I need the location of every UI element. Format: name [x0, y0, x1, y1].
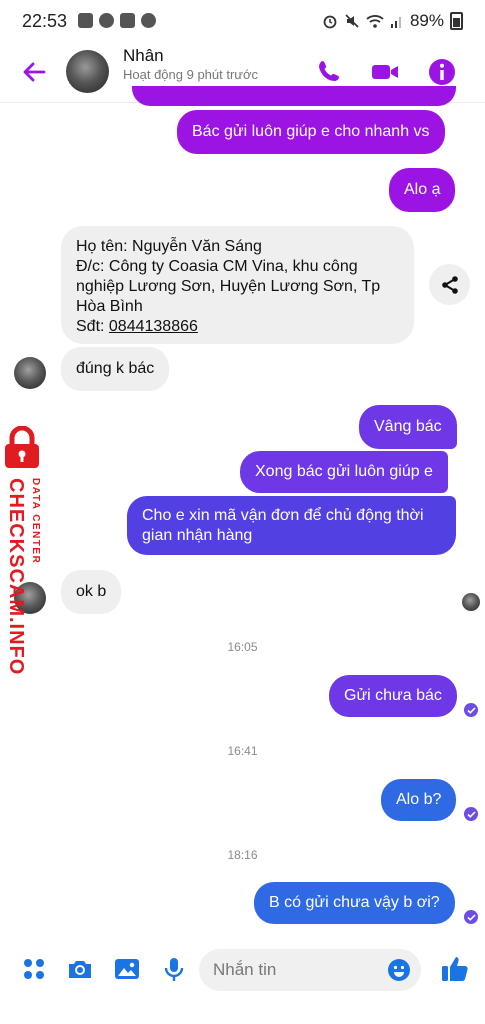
message-text: Họ tên: Nguyễn Văn Sáng: [76, 238, 262, 255]
battery-icon: [450, 12, 463, 30]
phone-label: Sđt:: [76, 318, 109, 335]
message-text: Đ/c: Công ty Coasia CM Vina, khu công: [76, 258, 358, 275]
message-text: Alo ạ: [404, 181, 441, 198]
video-call-icon[interactable]: [371, 58, 399, 86]
message-text: nghiệp Lương Sơn, Huyện Lương Sơn, Tp: [76, 278, 381, 295]
notification-icons: [78, 13, 156, 28]
watermark-subtitle: DATA CENTER: [30, 478, 41, 565]
watermark-brand: CHECKSCAM.INFO: [5, 478, 27, 676]
facebook-notification-icon: [99, 13, 114, 28]
contact-name[interactable]: Nhân: [123, 46, 164, 66]
message-text: B có gửi chưa vậy b ơi?: [269, 894, 440, 911]
battery-percent: 89%: [409, 11, 444, 30]
message-text: ok b: [76, 583, 107, 600]
like-thumbs-up-icon[interactable]: [439, 953, 471, 985]
gallery-notification-icon: [120, 13, 135, 28]
message-text: đúng k bác: [76, 360, 155, 377]
message-bubble-outgoing[interactable]: Xong bác gửi luôn giúp e: [240, 451, 448, 493]
delivered-check-icon: [464, 910, 478, 924]
message-text: Gửi chưa bác: [344, 687, 442, 704]
message-text: Xong bác gửi luôn giúp e: [255, 463, 433, 480]
emoji-icon[interactable]: [387, 958, 411, 982]
microphone-icon[interactable]: [160, 955, 188, 983]
timestamp: 18:16: [227, 848, 258, 862]
info-icon[interactable]: [428, 58, 456, 86]
message-bubble-incoming[interactable]: Họ tên: Nguyễn Văn Sáng Đ/c: Công ty Coa…: [61, 226, 414, 344]
message-bubble-partial: [132, 86, 456, 106]
status-bar: 22:53 89%: [0, 0, 485, 44]
message-text: Alo b?: [396, 791, 442, 808]
gallery-icon[interactable]: [113, 955, 141, 983]
lock-icon: [5, 426, 39, 468]
phone-number-link[interactable]: 0844138866: [109, 318, 198, 335]
timestamp: 16:41: [227, 744, 258, 758]
contact-avatar[interactable]: [66, 50, 109, 93]
watermark: CHECKSCAM.INFO DATA CENTER: [0, 418, 56, 675]
system-icons: 89%: [322, 11, 463, 31]
message-bubble-outgoing[interactable]: B có gửi chưa vậy b ơi?: [254, 882, 455, 924]
read-receipt-avatar: [462, 593, 480, 611]
sender-avatar[interactable]: [14, 357, 46, 389]
message-bubble-outgoing[interactable]: Cho e xin mã vận đơn để chủ động thời gi…: [127, 496, 456, 555]
message-text: Vâng bác: [374, 418, 442, 435]
message-text: gian nhận hàng: [142, 527, 253, 544]
message-bubble-outgoing[interactable]: Vâng bác: [359, 405, 457, 449]
message-bubble-outgoing[interactable]: Gửi chưa bác: [329, 675, 457, 717]
message-bubble-outgoing[interactable]: Alo b?: [381, 779, 457, 821]
message-bubble-incoming[interactable]: ok b: [61, 570, 122, 614]
message-bubble-outgoing[interactable]: Alo ạ: [389, 168, 456, 212]
message-text: Sđt: 0844138866: [76, 317, 399, 337]
message-text: Cho e xin mã vận đơn để chủ động thời: [142, 507, 424, 524]
alarm-icon: [323, 15, 337, 29]
timestamp: 16:05: [227, 640, 258, 654]
camera-icon[interactable]: [66, 955, 94, 983]
message-text: Bác gửi luôn giúp e cho nhanh vs: [192, 123, 430, 140]
delivered-check-icon: [464, 703, 478, 717]
wifi-icon: [366, 15, 384, 28]
message-composer: Nhắn tin: [0, 945, 485, 995]
phone-call-icon[interactable]: [316, 58, 344, 86]
signal-icon: [390, 17, 401, 28]
message-input[interactable]: Nhắn tin: [199, 949, 421, 991]
messenger-notification-icon: [141, 13, 156, 28]
talk-notification-icon: [78, 13, 93, 28]
message-bubble-outgoing[interactable]: Bác gửi luôn giúp e cho nhanh vs: [177, 110, 445, 154]
message-input-placeholder: Nhắn tin: [213, 960, 277, 979]
status-time: 22:53: [22, 11, 68, 31]
apps-grid-icon[interactable]: [20, 955, 48, 983]
message-text: Hòa Bình: [76, 298, 143, 315]
share-icon: [441, 275, 458, 294]
contact-status: Hoạt động 9 phút trước: [123, 67, 259, 82]
share-button[interactable]: [429, 264, 470, 305]
delivered-check-icon: [464, 807, 478, 821]
message-bubble-incoming[interactable]: đúng k bác: [61, 347, 170, 391]
back-arrow-icon[interactable]: [20, 58, 48, 86]
mute-icon: [345, 14, 359, 28]
